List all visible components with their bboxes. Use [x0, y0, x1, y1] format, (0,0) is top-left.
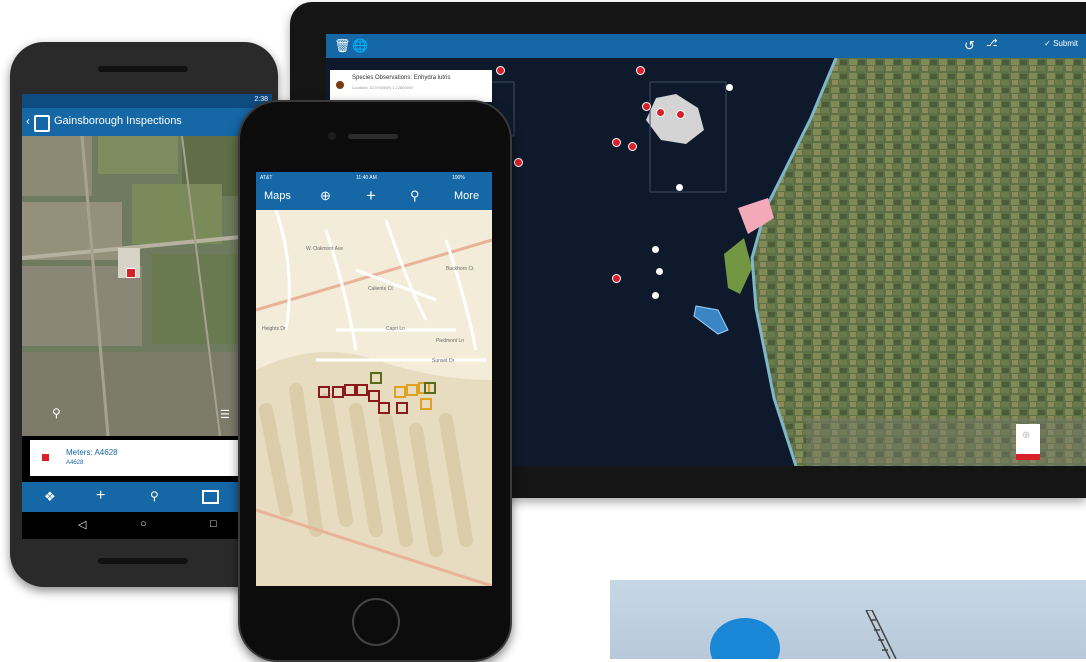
meter-marker[interactable]: [318, 386, 330, 398]
check-icon: ✓: [1044, 39, 1051, 48]
map-marker[interactable]: [612, 274, 621, 283]
meter-marker[interactable]: [420, 398, 432, 410]
card-subtitle: A4628: [66, 460, 84, 466]
meter-marker[interactable]: [332, 386, 344, 398]
location-pin-icon[interactable]: ⚲: [52, 406, 61, 420]
add-icon[interactable]: +: [96, 487, 105, 505]
map-marker[interactable]: [612, 138, 621, 147]
search-icon[interactable]: ⚲: [150, 489, 159, 503]
location-widget[interactable]: ⊕: [1016, 424, 1040, 460]
android-nav-bar: ◁ ○ □: [22, 512, 272, 539]
street-label: Piedmont Ln: [436, 338, 464, 344]
meter-marker[interactable]: [394, 386, 406, 398]
front-camera: [328, 132, 336, 140]
feature-popup[interactable]: Species Observations: Enhydra lutris Loc…: [330, 70, 492, 102]
observation-point[interactable]: [652, 246, 659, 253]
android-bottom-toolbar: ❖ + ⚲: [22, 482, 272, 512]
speaker-grille: [98, 66, 188, 72]
back-icon[interactable]: ◁: [78, 518, 86, 531]
street-label: Caliente Ct: [368, 286, 393, 292]
search-icon[interactable]: ⚲: [410, 188, 420, 204]
app-logo-icon: [34, 115, 50, 132]
observation-point[interactable]: [676, 184, 683, 191]
map-marker[interactable]: [656, 108, 665, 117]
field-worker-photo: [610, 580, 1086, 659]
street-label: W. Oakmont Ave: [306, 246, 343, 252]
meter-icon: [42, 454, 49, 461]
meter-marker[interactable]: [344, 384, 356, 396]
meter-marker[interactable]: [126, 268, 136, 278]
meter-marker[interactable]: [368, 390, 380, 402]
android-status-bar: 2:38: [22, 94, 272, 108]
popup-subtitle: Location: 32.578000N 1.128000W: [352, 85, 413, 90]
battery-label: 100%: [452, 175, 465, 181]
meter-marker[interactable]: [356, 384, 368, 396]
android-screen: 2:38 ‹ Gainsborough Inspections ⚲ ☰ Mete…: [22, 94, 272, 539]
iphone-status-bar: AT&T 11:40 AM 100%: [256, 172, 492, 184]
android-map[interactable]: [22, 136, 272, 436]
pin-icon[interactable]: ⎇: [986, 38, 998, 49]
recents-icon[interactable]: □: [210, 518, 217, 530]
map-marker[interactable]: [642, 102, 651, 111]
observation-point[interactable]: [656, 268, 663, 275]
hard-hat: [710, 618, 780, 659]
street-label: Buckhorn Ct: [446, 266, 474, 272]
earpiece: [348, 134, 398, 139]
map-marker[interactable]: [636, 66, 645, 75]
map-marker[interactable]: [514, 158, 523, 167]
maps-button[interactable]: Maps: [264, 190, 291, 202]
list-icon[interactable]: ☰: [220, 408, 230, 421]
trash-icon[interactable]: 🗑: [334, 38, 351, 54]
layers-icon[interactable]: [202, 490, 219, 504]
crane: [865, 610, 897, 659]
home-icon[interactable]: ○: [140, 518, 147, 530]
back-arrow-icon[interactable]: ‹: [26, 114, 30, 128]
speaker-grille: [98, 558, 188, 564]
submit-button[interactable]: ✓ Submit: [1044, 39, 1078, 48]
map-marker[interactable]: [676, 110, 685, 119]
street-label: Heights Dr: [262, 326, 286, 332]
home-button[interactable]: [352, 598, 400, 646]
street-label: Capri Ln: [386, 326, 405, 332]
more-button[interactable]: More: [454, 190, 479, 202]
card-title: Meters: A4628: [66, 448, 118, 457]
map-marker[interactable]: [628, 142, 637, 151]
meter-marker[interactable]: [396, 402, 408, 414]
locate-icon[interactable]: ❖: [44, 489, 56, 505]
tablet-toolbar: 🗑 🌐 ↺ ⎇ ✓ Submit: [326, 34, 1086, 58]
crosshair-icon: ⊕: [1022, 430, 1031, 441]
iphone-nav-bar: Maps ⊕ + ⚲ More: [256, 184, 492, 210]
meter-marker[interactable]: [424, 382, 436, 394]
street-label: Sunset Dr: [432, 358, 455, 364]
app-title: Gainsborough Inspections: [54, 115, 182, 127]
status-time: 11:40 AM: [356, 175, 377, 181]
observation-point[interactable]: [726, 84, 733, 91]
feature-card[interactable]: Meters: A4628 A4628: [30, 440, 265, 476]
map-marker[interactable]: [496, 66, 505, 75]
iphone-screen: AT&T 11:40 AM 100% Maps ⊕ + ⚲ More W. Oa…: [256, 172, 492, 586]
globe-icon[interactable]: 🌐: [352, 38, 368, 54]
add-icon[interactable]: +: [366, 186, 376, 206]
species-icon: [336, 81, 344, 89]
iphone-device: AT&T 11:40 AM 100% Maps ⊕ + ⚲ More W. Oa…: [238, 100, 512, 662]
meter-marker[interactable]: [378, 402, 390, 414]
submit-label: Submit: [1053, 39, 1078, 48]
undo-icon[interactable]: ↺: [964, 38, 975, 54]
meter-marker[interactable]: [370, 372, 382, 384]
locate-icon[interactable]: ⊕: [320, 188, 331, 204]
observation-point[interactable]: [652, 292, 659, 299]
carrier-label: AT&T: [260, 175, 273, 181]
popup-title: Species Observations: Enhydra lutris: [352, 75, 451, 81]
android-app-bar: ‹ Gainsborough Inspections: [22, 108, 272, 136]
meter-marker[interactable]: [406, 384, 418, 396]
